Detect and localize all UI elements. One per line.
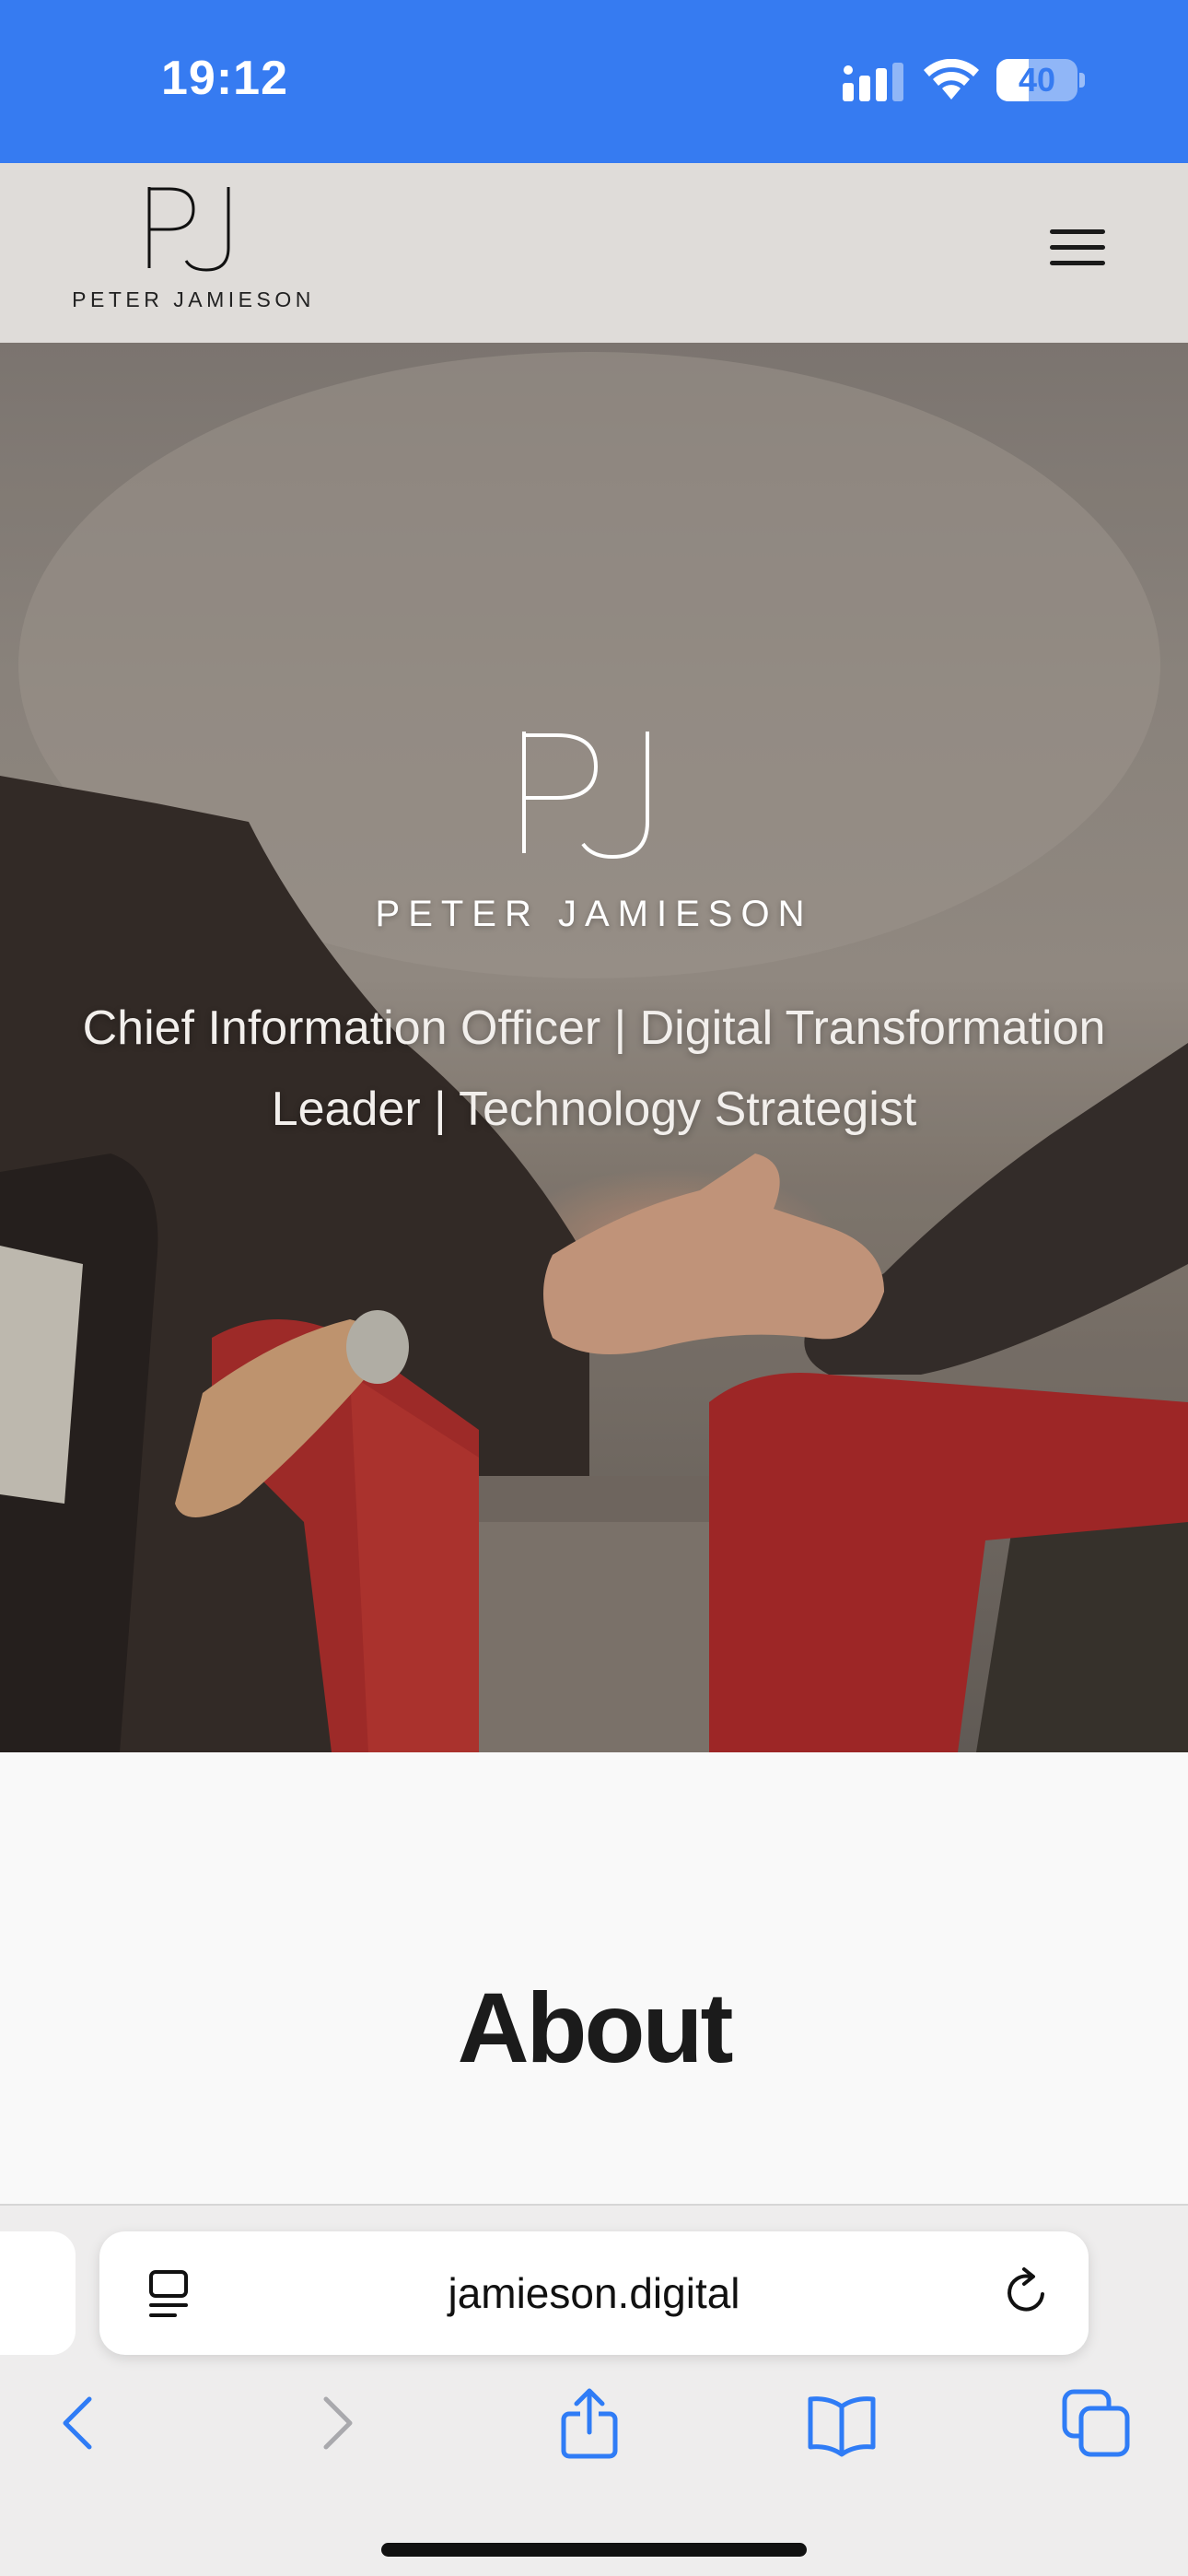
back-icon[interactable] — [41, 2386, 115, 2460]
address-bar[interactable]: jamieson.digital — [99, 2231, 1089, 2355]
forward-icon[interactable] — [300, 2386, 374, 2460]
tabs-icon[interactable] — [1059, 2386, 1133, 2460]
status-bar: 19:12 40 — [0, 0, 1188, 163]
battery-level: 40 — [1018, 61, 1056, 99]
browser-bar: jamieson.digital — [0, 2204, 1188, 2576]
home-indicator — [381, 2543, 807, 2557]
hero-tagline: Chief Information Officer | Digital Tran… — [82, 1001, 1106, 1136]
status-time: 19:12 — [161, 52, 288, 105]
url-text[interactable]: jamieson.digital — [238, 2231, 950, 2355]
hero-section: PJ PETER JAMIESON Chief Information Offi… — [0, 343, 1188, 1752]
reload-icon[interactable] — [1002, 2266, 1054, 2318]
previous-tab-preview[interactable] — [0, 2231, 76, 2355]
logo-name[interactable]: PETER JAMIESON — [70, 287, 317, 312]
battery-icon: 40 — [996, 59, 1085, 101]
signal-icon — [843, 63, 903, 101]
about-title: About — [457, 1972, 734, 2083]
hamburger-menu-icon[interactable] — [1050, 229, 1105, 275]
bookmarks-icon[interactable] — [805, 2386, 879, 2460]
site-header: PJ PETER JAMIESON — [0, 163, 1188, 343]
about-section: About — [0, 1752, 1188, 2204]
reader-view-icon[interactable] — [146, 2268, 195, 2320]
logo-monogram[interactable]: PJ — [138, 183, 249, 275]
wifi-icon — [924, 59, 979, 100]
share-icon[interactable] — [553, 2386, 626, 2460]
hero-monogram: PJ — [522, 732, 649, 860]
hero-name: PETER JAMIESON — [375, 894, 813, 934]
